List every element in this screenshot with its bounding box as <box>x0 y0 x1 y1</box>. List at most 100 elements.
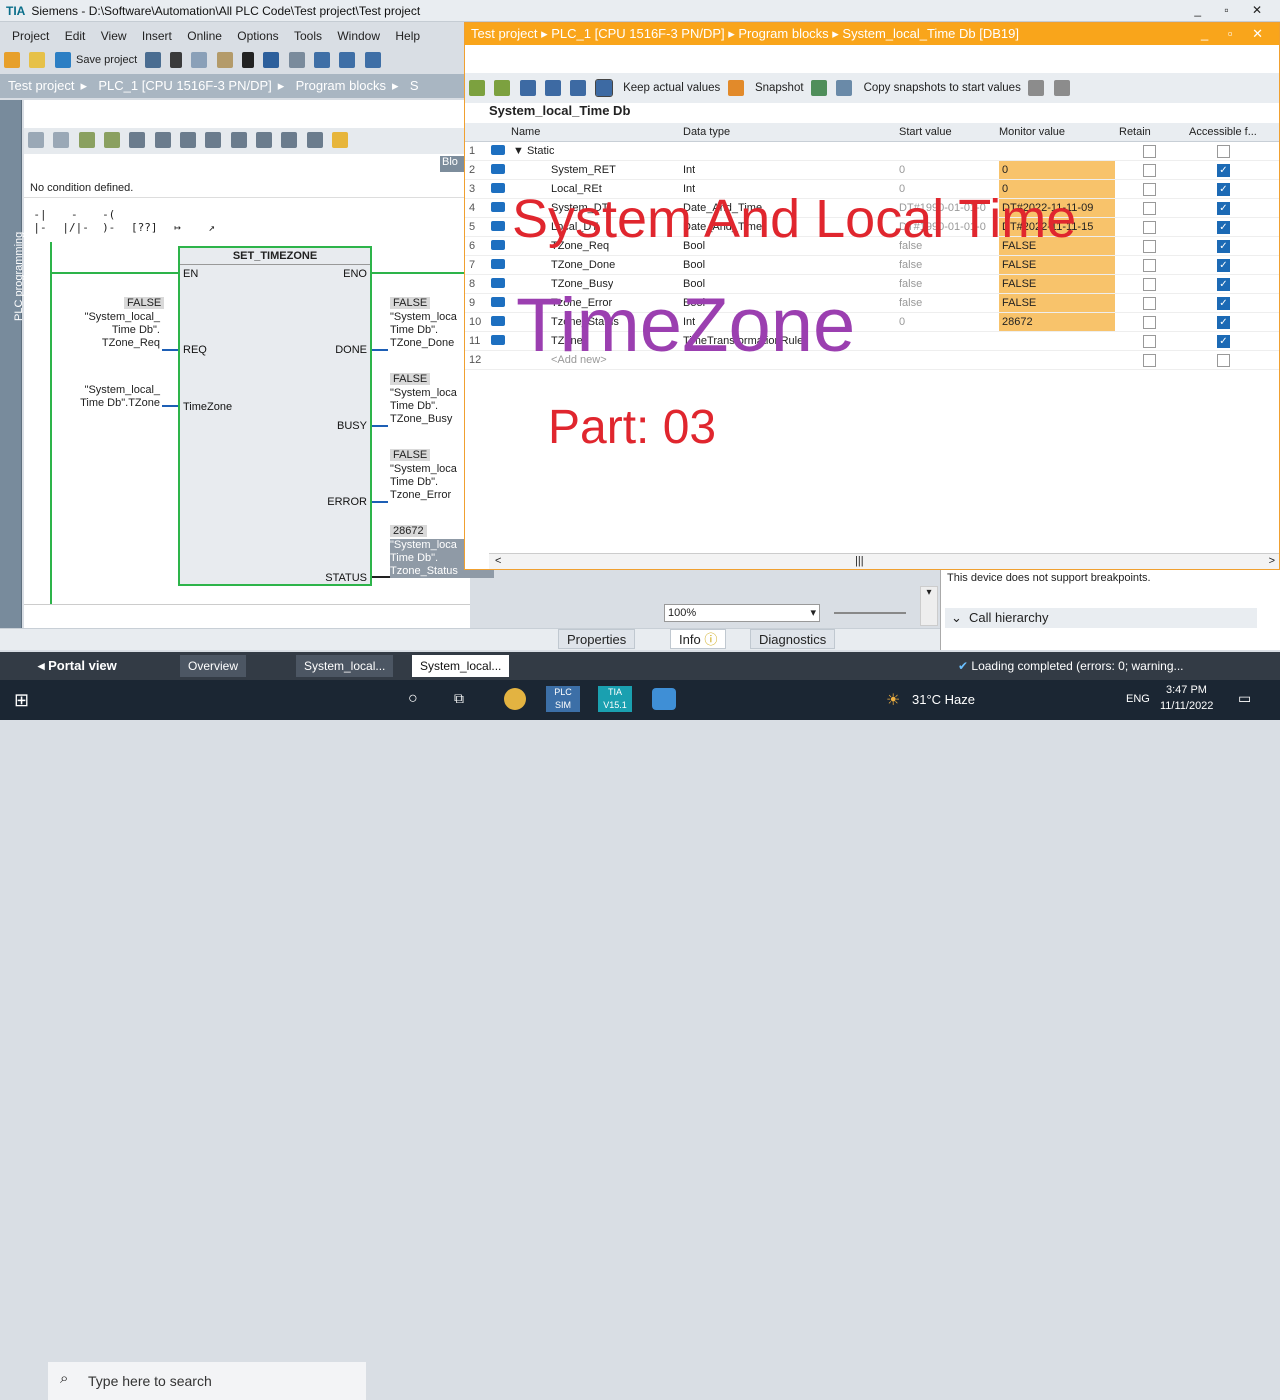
upload-icon[interactable] <box>364 52 381 68</box>
tia-icon[interactable]: TIA V15.1 <box>598 686 632 712</box>
taskbar-search[interactable]: ⌕ Type here to search <box>48 1362 366 1400</box>
network-insert-icon[interactable] <box>28 132 44 148</box>
accessible-checkbox[interactable]: ✓ <box>1217 316 1230 329</box>
cell-mon[interactable]: 28672 <box>999 313 1115 331</box>
accessible-checkbox[interactable]: ✓ <box>1217 259 1230 272</box>
copy-icon[interactable] <box>191 52 208 68</box>
delete-row-icon[interactable] <box>154 132 171 148</box>
info-tab[interactable]: Info ⓘ <box>670 629 727 649</box>
col-monitor-value[interactable]: Monitor value <box>999 126 1065 138</box>
expand-icon[interactable] <box>519 80 536 96</box>
save-project-button[interactable]: Save project <box>76 54 137 66</box>
download-icon[interactable] <box>339 52 356 68</box>
monitor-on-icon[interactable] <box>332 132 349 148</box>
print-icon[interactable] <box>144 52 161 68</box>
accessible-checkbox[interactable] <box>1217 145 1230 158</box>
done-operand[interactable]: "System_loca Time Db". TZone_Done <box>390 311 457 350</box>
cell-name[interactable]: ▼ Static <box>513 145 554 157</box>
nc-contact-icon[interactable]: -|/|- <box>62 208 89 234</box>
col-datatype[interactable]: Data type <box>683 126 730 138</box>
busy-operand[interactable]: "System_loca Time Db". TZone_Busy <box>390 387 457 426</box>
cell-type[interactable]: Int <box>683 164 695 176</box>
cell-mon[interactable]: FALSE <box>999 275 1115 293</box>
redo-icon[interactable] <box>288 52 305 68</box>
snapshot-button[interactable]: Snapshot <box>755 82 804 94</box>
cell-name[interactable]: TZone_Done <box>551 259 615 271</box>
task-view-icon[interactable]: ⧉ <box>454 690 464 707</box>
cell-n[interactable]: 8 <box>469 278 487 290</box>
go-online-icon[interactable] <box>306 132 323 148</box>
copy-snapshots-button[interactable]: Copy snapshots to start values <box>864 82 1021 94</box>
menu-tools[interactable]: Tools <box>294 29 322 43</box>
cell-start[interactable]: 0 <box>899 316 905 328</box>
keep-values-icon[interactable] <box>727 80 744 96</box>
open-project-icon[interactable] <box>29 52 46 68</box>
cell-n[interactable]: 1 <box>469 145 487 157</box>
cortana-icon[interactable]: ○ <box>408 690 418 708</box>
retain-checkbox[interactable] <box>1143 145 1156 158</box>
col-name[interactable]: Name <box>511 126 540 138</box>
save-icon[interactable] <box>54 52 71 68</box>
cell-n[interactable]: 9 <box>469 297 487 309</box>
overview-tab[interactable]: Overview <box>180 655 247 677</box>
cut-icon[interactable] <box>169 52 182 68</box>
comment-icon[interactable] <box>256 132 273 148</box>
zoom-select[interactable]: 100% ▾ <box>664 604 820 622</box>
timezone-operand[interactable]: "System_local_ Time Db".TZone <box>64 384 160 410</box>
retain-checkbox[interactable] <box>1143 335 1156 348</box>
cell-n[interactable]: 5 <box>469 221 487 233</box>
properties-tab[interactable]: Properties <box>558 629 636 649</box>
menu-help[interactable]: Help <box>395 29 420 43</box>
monitor-glasses-icon[interactable] <box>594 79 613 97</box>
cell-n[interactable]: 2 <box>469 164 487 176</box>
task-system-local-2[interactable]: System_local... <box>412 655 510 677</box>
cell-mon[interactable]: FALSE <box>999 256 1115 274</box>
accessible-checkbox[interactable]: ✓ <box>1217 164 1230 177</box>
notification-icon[interactable]: ▭ <box>1238 690 1251 707</box>
breadcrumb-item[interactable]: Program blocks <box>296 78 386 93</box>
new-project-icon[interactable] <box>4 52 20 68</box>
cell-n[interactable]: 11 <box>469 335 487 347</box>
cell-start[interactable]: false <box>899 297 922 309</box>
status-icon[interactable] <box>281 132 298 148</box>
vertical-scroll-down[interactable]: ▾ <box>920 586 938 626</box>
cell-mon[interactable]: FALSE <box>999 294 1115 312</box>
branch-open-icon[interactable]: ↦ <box>165 221 189 239</box>
retain-checkbox[interactable] <box>1143 221 1156 234</box>
snapshot2-icon[interactable] <box>836 80 853 96</box>
task-system-local-1[interactable]: System_local... <box>296 655 394 677</box>
compile-icon[interactable] <box>313 52 330 68</box>
weather-text[interactable]: 31°C Haze <box>912 692 975 707</box>
branch-close-icon[interactable]: ↗ <box>200 221 224 239</box>
retain-checkbox[interactable] <box>1143 164 1156 177</box>
col-start-value[interactable]: Start value <box>899 126 952 138</box>
table-row[interactable]: 2 System_RET Int 0 0 ✓ <box>465 161 1279 180</box>
cell-n[interactable]: 10 <box>469 316 487 328</box>
retain-checkbox[interactable] <box>1143 354 1156 367</box>
menu-project[interactable]: Project <box>12 29 49 43</box>
menu-insert[interactable]: Insert <box>142 29 172 43</box>
add-row-icon[interactable] <box>494 80 511 96</box>
table-row[interactable]: 1 ▼ Static <box>465 142 1279 161</box>
cell-n[interactable]: 12 <box>469 354 487 366</box>
camera-app-icon[interactable] <box>652 688 676 710</box>
plc-programming-sidetab[interactable]: PLC programming <box>0 100 25 650</box>
retain-checkbox[interactable] <box>1143 259 1156 272</box>
breadcrumb-item[interactable]: Test project <box>8 78 74 93</box>
req-operand[interactable]: "System_local_ Time Db". TZone_Req <box>64 311 160 350</box>
monitor2-icon[interactable] <box>104 132 121 148</box>
cell-n[interactable]: 4 <box>469 202 487 214</box>
breadcrumb-item[interactable]: S <box>410 78 419 93</box>
cell-type[interactable]: Bool <box>683 259 705 271</box>
cell-n[interactable]: 7 <box>469 259 487 271</box>
retain-checkbox[interactable] <box>1143 183 1156 196</box>
cell-start[interactable]: false <box>899 259 922 271</box>
accessible-checkbox[interactable]: ✓ <box>1217 221 1230 234</box>
keep-actual-values-button[interactable]: Keep actual values <box>623 82 720 94</box>
retain-checkbox[interactable] <box>1143 278 1156 291</box>
delete-icon[interactable] <box>241 52 254 68</box>
paste-icon[interactable] <box>216 52 233 68</box>
favorites-icon[interactable] <box>205 132 222 148</box>
list-icon[interactable] <box>570 80 587 96</box>
set-timezone-block[interactable]: SET_TIMEZONE EN ENO REQ TimeZone DONE BU… <box>178 246 372 586</box>
